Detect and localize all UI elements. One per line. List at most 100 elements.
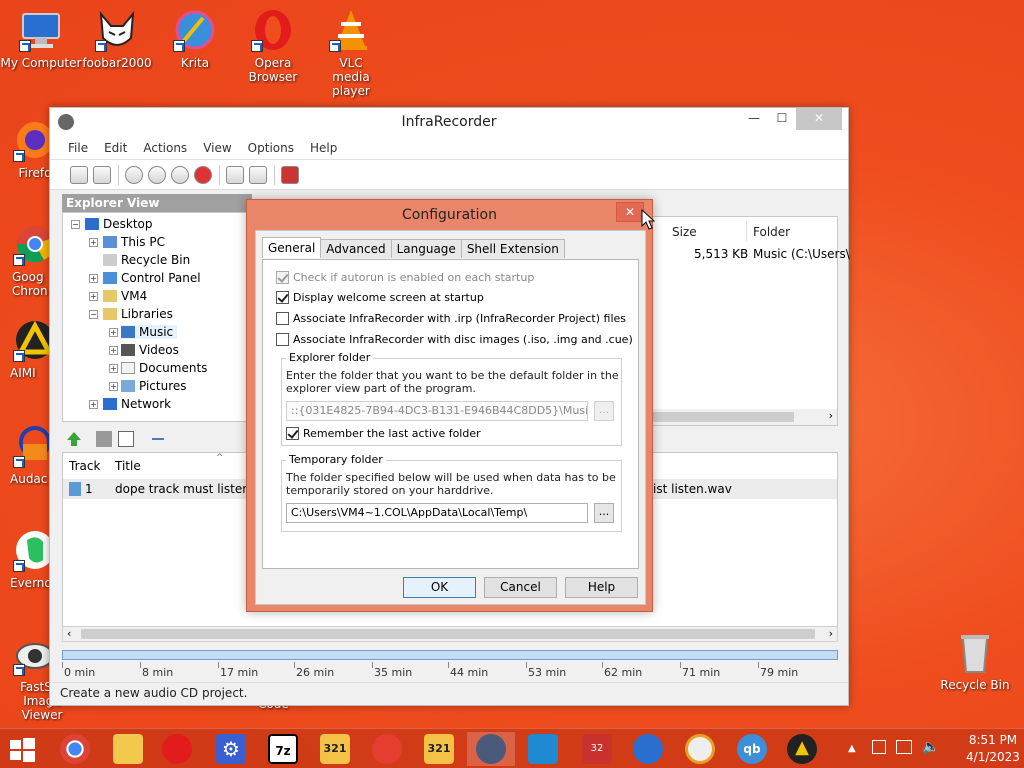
erase-disc-icon[interactable] (194, 165, 212, 184)
taskbar-chrome[interactable] (55, 732, 95, 766)
remember-folder-checkbox[interactable] (286, 427, 299, 440)
assoc-irp-checkbox[interactable] (276, 312, 289, 325)
temporary-folder-description: The folder specified below will be used … (286, 471, 616, 497)
temporary-folder-input[interactable]: C:\Users\VM4~1.COL\AppData\Local\Temp\ (286, 503, 588, 523)
dialog-close-button[interactable]: ✕ (616, 202, 644, 222)
tab-general[interactable]: General (262, 237, 322, 258)
autorun-checkbox[interactable] (276, 271, 289, 284)
documents-icon (121, 362, 135, 374)
explorer-folder-input[interactable]: ::{031E4825-7B94-4DC3-B131-E946B44C8DD5}… (286, 401, 588, 421)
taskbar-7zip[interactable]: 7z (263, 732, 303, 766)
taskbar-opera[interactable] (157, 732, 197, 766)
assoc-irp-option[interactable]: Associate InfraRecorder with .irp (Infra… (276, 312, 626, 325)
maximize-button[interactable]: ☐ (768, 108, 796, 130)
track-list-hscroll[interactable]: ‹ › (62, 626, 838, 642)
opera-icon (251, 8, 295, 52)
column-title[interactable]: Title (115, 459, 141, 473)
taskbar-settings[interactable]: ⚙ (211, 732, 251, 766)
explorer-folder-browse-button[interactable]: ... (594, 401, 614, 421)
computer-icon (103, 236, 117, 248)
desktop-icon-vlc[interactable]: VLC media player (310, 8, 392, 98)
remove-icon[interactable] (152, 438, 164, 440)
taskbar-infrarecorder[interactable] (467, 732, 515, 766)
menu-file[interactable]: File (68, 141, 88, 155)
menu-actions[interactable]: Actions (143, 141, 187, 155)
desktop-icon-krita[interactable]: Krita (154, 8, 236, 70)
drive-icon[interactable] (249, 165, 267, 184)
taskbar-faststone[interactable] (680, 732, 720, 766)
clock-date[interactable]: 4/1/2023 (958, 750, 1024, 764)
tree-item-recycle-bin[interactable]: Recycle Bin (103, 253, 190, 267)
tree-item-network[interactable]: Network (103, 397, 171, 411)
column-size[interactable]: Size (672, 225, 697, 239)
copy-disc-icon[interactable] (148, 165, 166, 184)
taskbar-aimp[interactable]: ▲ (782, 732, 822, 766)
taskbar-recorder[interactable] (367, 732, 407, 766)
exit-icon[interactable] (281, 165, 299, 184)
column-track[interactable]: Track (69, 459, 100, 473)
taskbar-media-player[interactable]: 321 (315, 732, 355, 766)
tab-advanced[interactable]: Advanced (320, 239, 392, 258)
new-folder-icon[interactable] (96, 431, 112, 447)
taskbar-app-32[interactable]: 32 (577, 732, 617, 766)
tab-language[interactable]: Language (390, 239, 462, 258)
tree-item-vm4[interactable]: VM4 (103, 289, 147, 303)
autorun-option[interactable]: Check if autorun is enabled on each star… (276, 271, 534, 284)
desktop-icon-recycle-bin[interactable]: Recycle Bin (934, 630, 1016, 692)
assoc-disc-option[interactable]: Associate InfraRecorder with disc images… (276, 333, 633, 346)
show-hidden-icons-icon[interactable]: ▲ (848, 743, 856, 754)
tree-item-pictures[interactable]: Pictures (121, 379, 187, 393)
tree-item-music[interactable]: Music (121, 325, 178, 339)
taskbar-qbittorrent[interactable]: qb (732, 732, 772, 766)
column-folder[interactable]: Folder (753, 225, 790, 239)
tree-item-this-pc[interactable]: This PC (103, 235, 165, 249)
autorun-label: Check if autorun is enabled on each star… (293, 271, 535, 284)
window-titlebar[interactable]: InfraRecorder — ☐ ✕ (50, 108, 848, 136)
menu-view[interactable]: View (203, 141, 231, 155)
menu-help[interactable]: Help (310, 141, 337, 155)
timeline-label: 44 min (450, 666, 489, 679)
temporary-folder-browse-button[interactable]: ... (594, 503, 614, 523)
volume-icon[interactable]: 🔈 (922, 739, 939, 755)
taskbar-app-circle[interactable] (628, 732, 668, 766)
start-button[interactable] (2, 732, 42, 766)
tree-item-desktop[interactable]: Desktop (85, 217, 153, 231)
menu-options[interactable]: Options (248, 141, 294, 155)
save-project-icon[interactable] (93, 165, 111, 184)
welcome-checkbox[interactable] (276, 291, 289, 304)
menu-edit[interactable]: Edit (104, 141, 127, 155)
taskbar-file-explorer[interactable] (108, 732, 148, 766)
taskbar-media-player-2[interactable]: 321 (419, 732, 459, 766)
welcome-option[interactable]: Display welcome screen at startup (276, 291, 484, 304)
timeline-label: 62 min (604, 666, 643, 679)
remember-folder-option[interactable]: Remember the last active folder (286, 427, 481, 440)
up-arrow-icon[interactable] (66, 431, 82, 447)
properties-icon[interactable] (118, 431, 134, 447)
tab-shell-extension[interactable]: Shell Extension (460, 239, 565, 258)
timeline-label: 26 min (296, 666, 335, 679)
tree-item-videos[interactable]: Videos (121, 343, 179, 357)
tree-item-control-panel[interactable]: Control Panel (103, 271, 201, 285)
network-icon[interactable] (896, 740, 912, 754)
ok-button[interactable]: OK (403, 577, 476, 598)
tree-item-libraries[interactable]: Libraries (103, 307, 173, 321)
cancel-button[interactable]: Cancel (484, 577, 557, 598)
tools-icon[interactable] (226, 165, 244, 184)
file-size: 5,513 KB (694, 247, 749, 261)
desktop-icon-my-computer[interactable]: My Computer (0, 8, 82, 70)
desktop-icon-foobar2000[interactable]: foobar2000 (76, 8, 158, 70)
libraries-folder-icon (103, 308, 117, 320)
desktop-icon-opera[interactable]: Opera Browser (232, 8, 314, 84)
burn-disc-icon[interactable] (125, 165, 143, 184)
assoc-disc-checkbox[interactable] (276, 333, 289, 346)
minimize-button[interactable]: — (740, 108, 768, 130)
desktop-icon-label: foobar2000 (82, 56, 152, 70)
help-button[interactable]: Help (565, 577, 638, 598)
disc-info-icon[interactable] (171, 165, 189, 184)
clock-time[interactable]: 8:51 PM (958, 733, 1024, 747)
taskbar-vscode[interactable] (523, 732, 563, 766)
flag-icon[interactable] (872, 740, 886, 754)
close-button[interactable]: ✕ (796, 108, 842, 130)
open-project-icon[interactable] (70, 165, 88, 184)
tree-item-documents[interactable]: Documents (121, 361, 207, 375)
